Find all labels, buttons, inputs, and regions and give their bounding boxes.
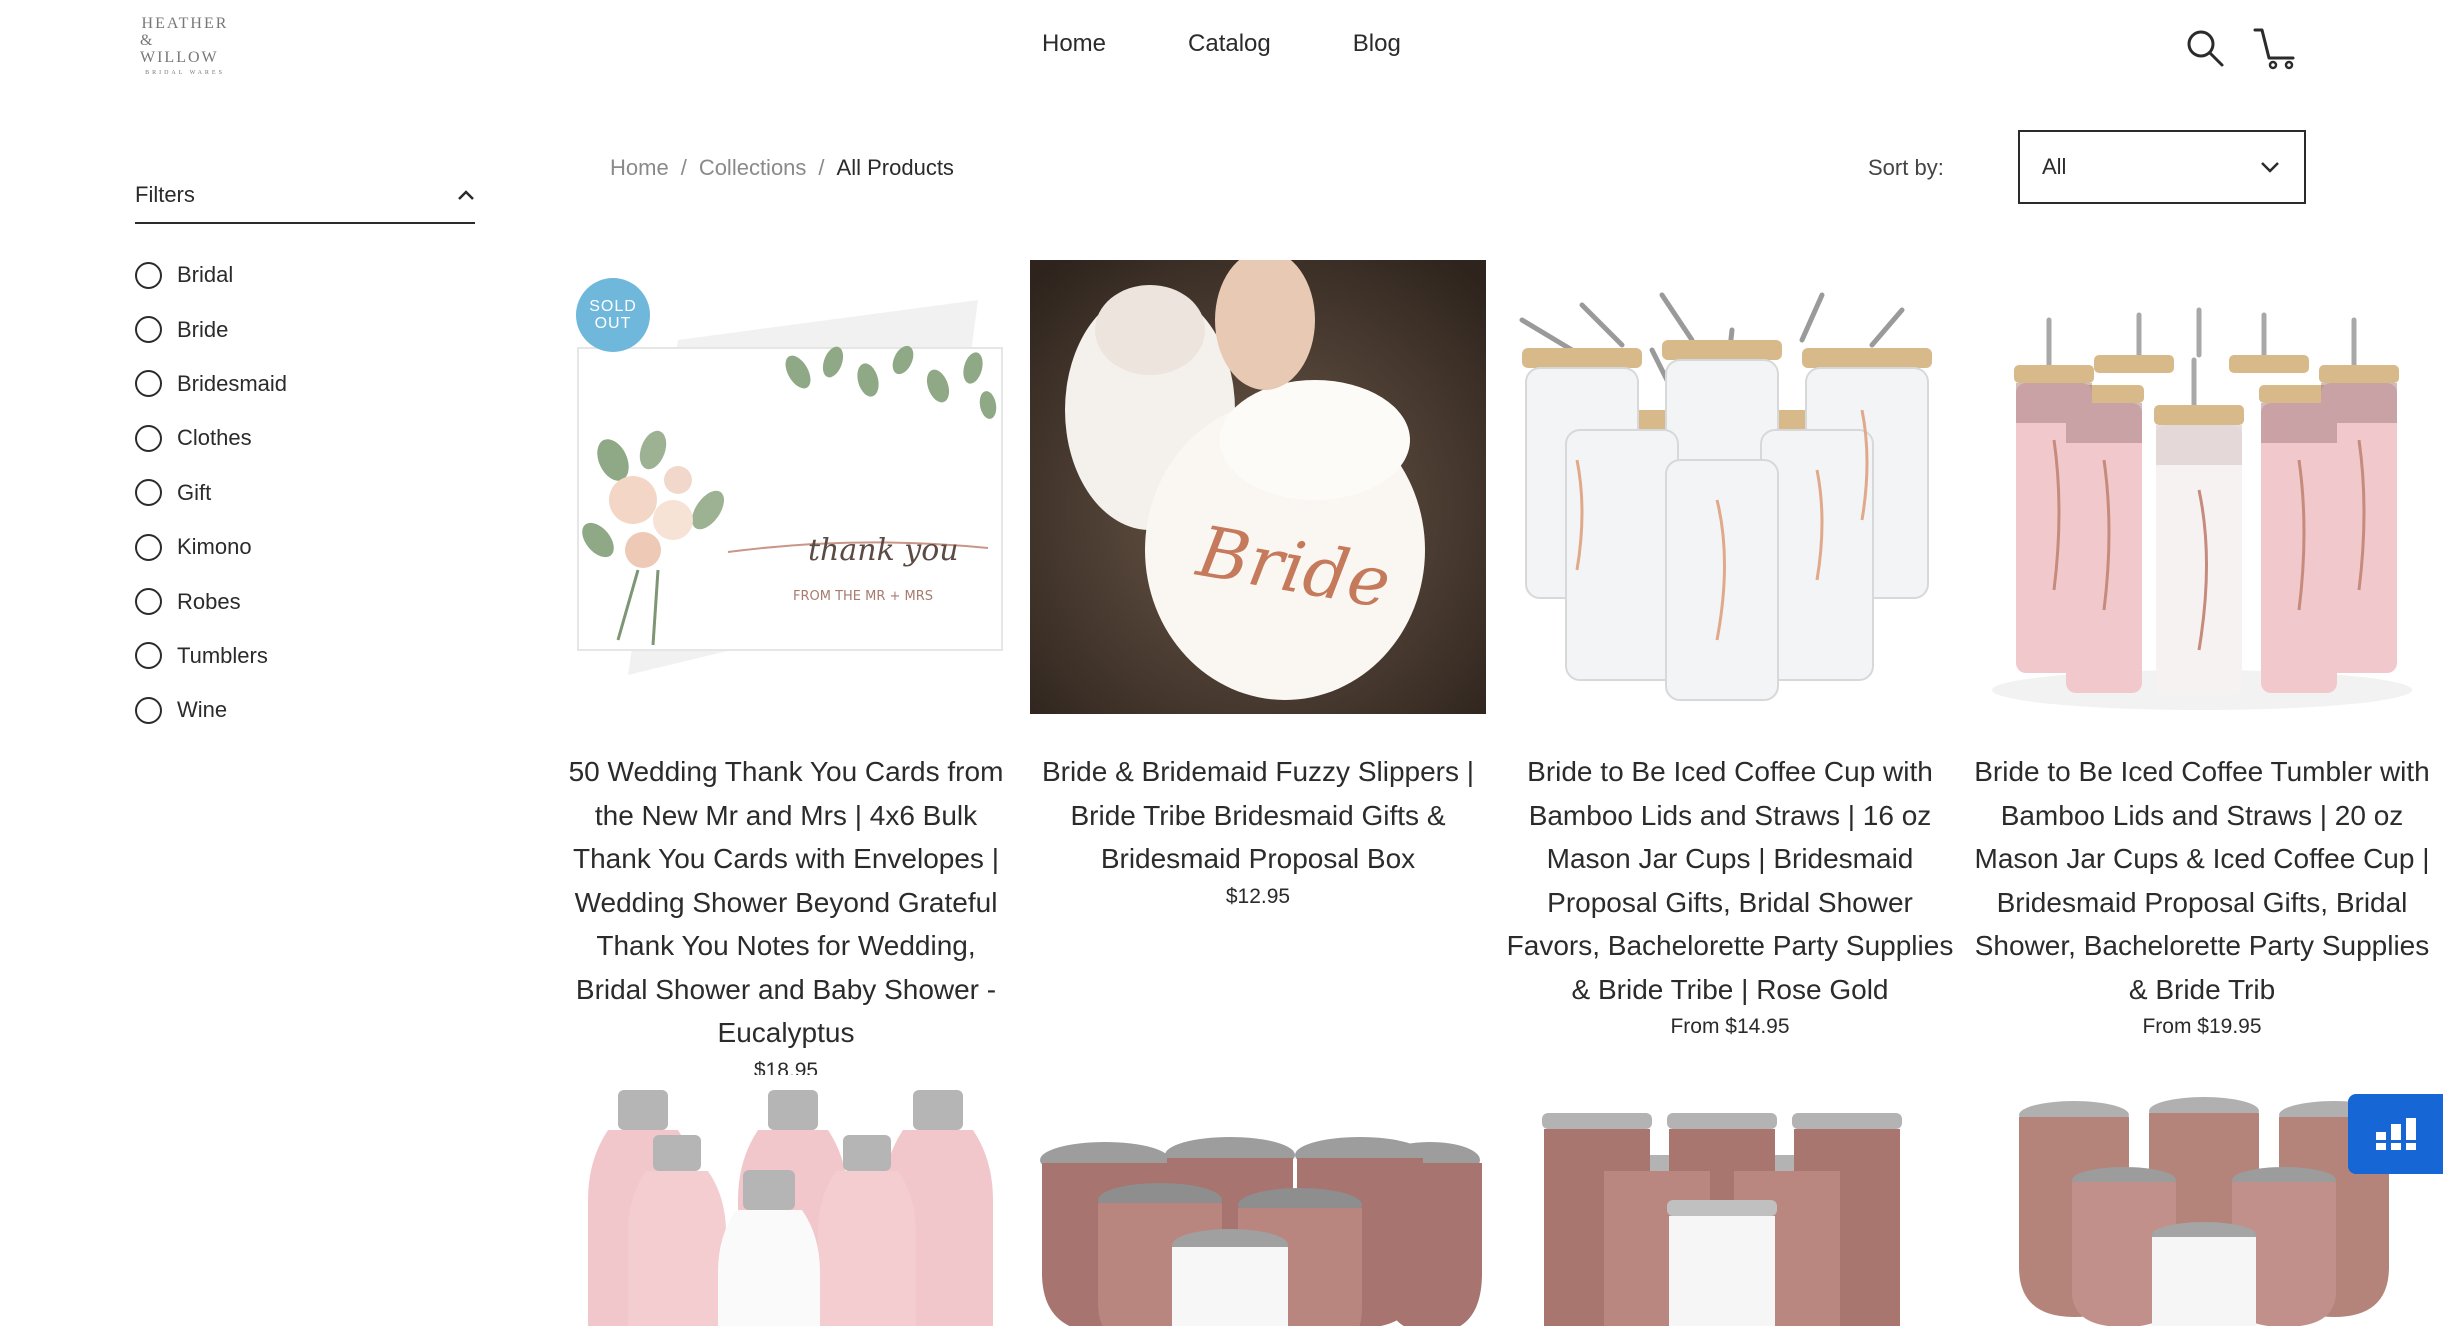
radio-button[interactable] xyxy=(135,370,162,398)
card-script-text: thank you xyxy=(808,533,959,568)
filter-label: Gift xyxy=(177,479,212,505)
product-title[interactable]: 50 Wedding Thank You Cards from the New … xyxy=(558,750,1014,1055)
radio-button[interactable] xyxy=(135,696,162,724)
chevron-up-icon xyxy=(458,190,474,200)
badge-line-1: SOLD xyxy=(589,298,637,315)
breadcrumb-separator: / xyxy=(680,155,687,180)
radio-button[interactable] xyxy=(135,533,162,561)
filters-title: Filters xyxy=(135,182,195,207)
pink-bottles-image xyxy=(558,1075,1014,1326)
breadcrumb-current: All Products xyxy=(836,155,954,180)
breadcrumb-collections[interactable]: Collections xyxy=(699,155,807,181)
product-card[interactable]: Bride to Be Iced Coffee Cup with Bamboo … xyxy=(1502,260,1958,1039)
product-title[interactable]: Bride & Bridemaid Fuzzy Slippers | Bride… xyxy=(1030,750,1486,881)
product-image[interactable]: thank you FROM THE MR + MRS SOLD OUT xyxy=(558,260,1014,714)
cart-icon xyxy=(2253,28,2295,70)
filter-bridal[interactable]: Bridal xyxy=(135,248,475,302)
product-title[interactable]: Bride to Be Iced Coffee Cup with Bamboo … xyxy=(1502,750,1958,1011)
filter-label: Kimono xyxy=(177,534,252,560)
filter-tumblers[interactable]: Tumblers xyxy=(135,629,475,683)
filter-label: Robes xyxy=(177,588,241,614)
slippers-image: Bride xyxy=(1030,260,1486,714)
product-card[interactable]: Bride to Be Iced Coffee Tumbler with Bam… xyxy=(1974,260,2430,1039)
rose-gold-skinny-tumblers-image xyxy=(1502,1075,1958,1326)
radio-button[interactable] xyxy=(135,642,162,670)
radio-button[interactable] xyxy=(135,316,162,344)
filter-list: Bridal Bride Bridesmaid Clothes Gift Kim… xyxy=(135,248,475,738)
filter-clothes[interactable]: Clothes xyxy=(135,411,475,465)
product-card[interactable]: thank you FROM THE MR + MRS SOLD OUT 50 … xyxy=(558,260,1014,1083)
product-image[interactable] xyxy=(1502,260,1958,714)
filter-label: Bridal xyxy=(177,262,234,288)
filter-label: Bridesmaid xyxy=(177,370,288,396)
product-card[interactable] xyxy=(1030,1075,1486,1326)
logo-line-2: & WILLOW xyxy=(140,31,219,66)
filter-bride[interactable]: Bride xyxy=(135,302,475,356)
product-price: From $14.95 xyxy=(1670,1015,1790,1038)
product-image[interactable] xyxy=(1974,260,2430,714)
bar-chart-icon xyxy=(2375,1118,2416,1150)
cart-button[interactable] xyxy=(2252,24,2300,72)
badge-line-2: OUT xyxy=(594,315,632,332)
pink-tumblers-image xyxy=(1974,260,2430,714)
filters-toggle[interactable]: Filters xyxy=(135,168,475,224)
filter-kimono[interactable]: Kimono xyxy=(135,520,475,574)
floating-widget-button[interactable] xyxy=(2348,1094,2443,1174)
filter-bridesmaid[interactable]: Bridesmaid xyxy=(135,357,475,411)
brand-logo[interactable]: HEATHER & WILLOW BRIDAL WARES xyxy=(140,15,230,76)
glass-cups-image xyxy=(1502,260,1958,714)
nav-blog[interactable]: Blog xyxy=(1353,30,1401,58)
search-icon xyxy=(2187,30,2224,67)
filter-label: Tumblers xyxy=(177,642,268,668)
sort-selected-value: All xyxy=(2042,154,2067,179)
product-image[interactable]: Bride xyxy=(1030,260,1486,714)
card-caption-text: FROM THE MR + MRS xyxy=(793,589,933,604)
breadcrumb-home[interactable]: Home xyxy=(610,155,669,181)
sort-label: Sort by: xyxy=(1868,155,1944,180)
chevron-down-icon xyxy=(2261,162,2279,173)
radio-button[interactable] xyxy=(135,479,162,507)
product-price: $12.95 xyxy=(1225,884,1291,908)
sold-out-badge: SOLD OUT xyxy=(576,278,650,352)
nav-home[interactable]: Home xyxy=(1042,30,1106,58)
radio-button[interactable] xyxy=(135,588,162,616)
sort-select[interactable]: All xyxy=(2018,130,2306,204)
filter-label: Wine xyxy=(177,697,228,723)
product-card[interactable] xyxy=(1502,1075,1958,1326)
product-card[interactable] xyxy=(558,1075,1014,1326)
rose-gold-wine-tumblers-image xyxy=(1030,1075,1486,1326)
product-price: From $19.95 xyxy=(2142,1015,2262,1038)
radio-button[interactable] xyxy=(135,424,162,452)
nav-catalog[interactable]: Catalog xyxy=(1188,30,1271,58)
logo-line-3: BRIDAL WARES xyxy=(145,69,225,76)
site-header: HEATHER & WILLOW BRIDAL WARES Home Catal… xyxy=(0,0,2443,110)
breadcrumb: Home / Collections / All Products xyxy=(610,155,954,181)
filter-label: Bride xyxy=(177,316,229,342)
product-title[interactable]: Bride to Be Iced Coffee Tumbler with Bam… xyxy=(1974,750,2430,1011)
filter-wine[interactable]: Wine xyxy=(135,683,475,737)
search-button[interactable] xyxy=(2181,24,2229,72)
filter-label: Clothes xyxy=(177,425,252,451)
filter-gift[interactable]: Gift xyxy=(135,466,475,520)
radio-button[interactable] xyxy=(135,261,162,289)
main-nav: Home Catalog Blog xyxy=(1042,30,1401,58)
product-card[interactable]: Bride Bride & Bridemaid Fuzzy Slippers |… xyxy=(1030,260,1486,909)
breadcrumb-separator: / xyxy=(818,155,825,180)
filter-robes[interactable]: Robes xyxy=(135,574,475,628)
logo-line-1: HEATHER xyxy=(141,15,229,33)
